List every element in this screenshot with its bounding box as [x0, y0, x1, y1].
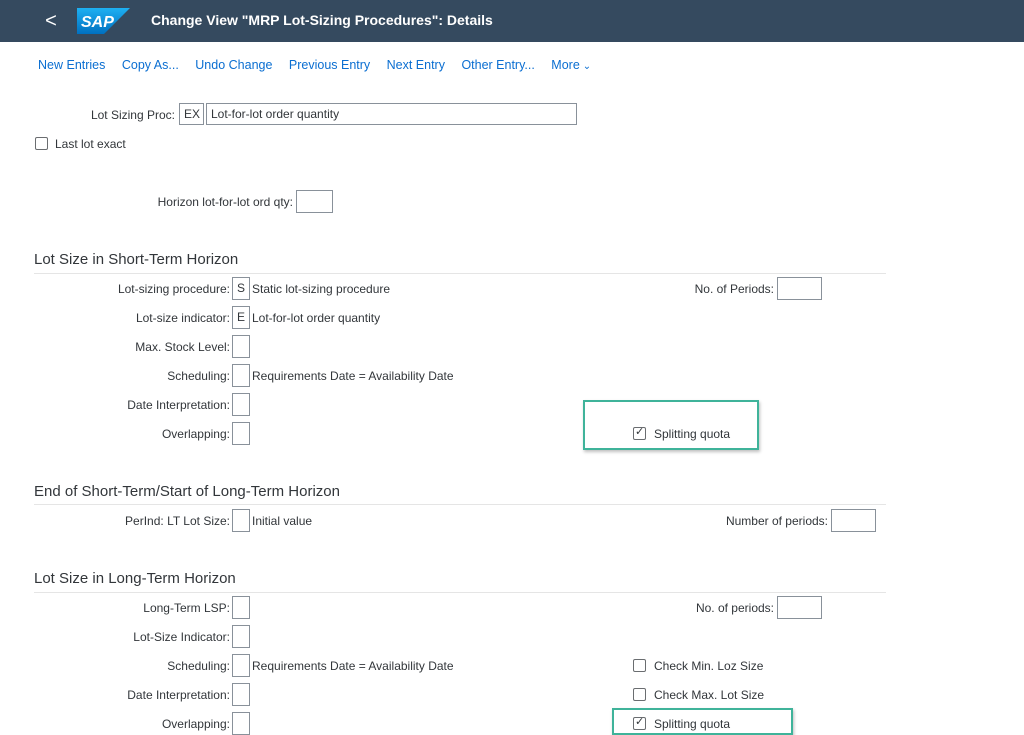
perind-field[interactable] [232, 509, 250, 532]
lt-scheduling-field[interactable] [232, 654, 250, 677]
no-of-periods-label: No. of Periods: [694, 282, 774, 296]
next-entry-button[interactable]: Next Entry [387, 58, 445, 72]
lt-splitting-quota-label: Splitting quota [654, 717, 731, 731]
check-max-lot-size-label: Check Max. Lot Size [654, 688, 765, 702]
last-lot-exact-label: Last lot exact [55, 137, 126, 151]
check-min-lot-size-checkbox[interactable] [633, 659, 646, 672]
section-title-short-term: Lot Size in Short-Term Horizon [34, 251, 239, 268]
shell-bar: < SAP Change View "MRP Lot-Sizing Proced… [0, 0, 1024, 42]
lot-size-indicator-field[interactable]: E [232, 306, 250, 329]
check-min-lot-size-label: Check Min. Loz Size [654, 659, 764, 673]
lt-no-of-periods-label: No. of periods: [695, 601, 774, 615]
lot-sizing-proc-label: Lot Sizing Proc: [90, 108, 175, 122]
checkmark-icon: ✓ [635, 426, 645, 438]
action-toolbar: New Entries Copy As... Undo Change Previ… [38, 56, 603, 72]
checkmark-icon: ✓ [635, 716, 645, 728]
check-max-lot-size-checkbox[interactable] [633, 688, 646, 701]
lot-size-indicator-desc: Lot-for-lot order quantity [252, 311, 381, 325]
long-term-lsp-label: Long-Term LSP: [143, 601, 230, 615]
more-menu-button[interactable]: More ⌄ [551, 58, 591, 72]
page-title: Change View "MRP Lot-Sizing Procedures":… [151, 12, 493, 28]
chevron-down-icon: ⌄ [582, 61, 592, 72]
number-of-periods-label: Number of periods: [725, 514, 828, 528]
lot-sizing-procedure-desc: Static lot-sizing procedure [252, 282, 391, 296]
max-stock-level-field[interactable] [232, 335, 250, 358]
highlight-frame [583, 400, 759, 450]
scheduling-field[interactable] [232, 364, 250, 387]
lot-sizing-procedure-label: Lot-sizing procedure: [117, 282, 230, 296]
lot-sizing-proc-desc-field: Lot-for-lot order quantity [206, 103, 577, 125]
lt-date-interpretation-label: Date Interpretation: [127, 688, 230, 702]
lt-lot-size-indicator-label: Lot-Size Indicator: [133, 630, 230, 644]
undo-change-button[interactable]: Undo Change [195, 58, 272, 72]
new-entries-button[interactable]: New Entries [38, 58, 105, 72]
perind-label: PerInd: LT Lot Size: [125, 514, 230, 528]
previous-entry-button[interactable]: Previous Entry [289, 58, 370, 72]
sap-logo-text: SAP [81, 14, 114, 31]
lot-sizing-procedure-field[interactable]: S [232, 277, 250, 300]
more-label: More [551, 58, 580, 72]
scheduling-desc: Requirements Date = Availability Date [252, 369, 454, 383]
overlapping-label: Overlapping: [161, 427, 230, 441]
lt-splitting-quota-checkbox[interactable]: ✓ [633, 716, 646, 730]
lt-no-of-periods-field[interactable] [777, 596, 822, 619]
back-icon: < [45, 10, 57, 32]
long-term-lsp-field[interactable] [232, 596, 250, 619]
sap-logo: SAP [77, 8, 130, 34]
horizon-field[interactable] [296, 190, 333, 213]
other-entry-button[interactable]: Other Entry... [461, 58, 534, 72]
copy-as-button[interactable]: Copy As... [122, 58, 179, 72]
lt-scheduling-desc: Requirements Date = Availability Date [252, 659, 454, 673]
lt-overlapping-field[interactable] [232, 712, 250, 735]
section-divider [34, 504, 886, 505]
last-lot-exact-checkbox[interactable] [35, 137, 48, 150]
number-of-periods-field[interactable] [831, 509, 876, 532]
back-button[interactable]: < [40, 9, 62, 33]
lt-overlapping-label: Overlapping: [161, 717, 230, 731]
lot-size-indicator-label: Lot-size indicator: [135, 311, 230, 325]
section-title-transition: End of Short-Term/Start of Long-Term Hor… [34, 483, 340, 500]
overlapping-field[interactable] [232, 422, 250, 445]
perind-desc: Initial value [252, 514, 313, 528]
lt-lot-size-indicator-field[interactable] [232, 625, 250, 648]
lt-scheduling-label: Scheduling: [167, 659, 230, 673]
splitting-quota-checkbox[interactable]: ✓ [633, 426, 646, 440]
date-interpretation-field[interactable] [232, 393, 250, 416]
section-title-long-term: Lot Size in Long-Term Horizon [34, 570, 236, 587]
lt-date-interpretation-field[interactable] [232, 683, 250, 706]
no-of-periods-field[interactable] [777, 277, 822, 300]
date-interpretation-label: Date Interpretation: [127, 398, 230, 412]
splitting-quota-label: Splitting quota [654, 427, 731, 441]
max-stock-level-label: Max. Stock Level: [135, 340, 230, 354]
section-divider [34, 592, 886, 593]
section-divider [34, 273, 886, 274]
horizon-label: Horizon lot-for-lot ord qty: [157, 195, 293, 209]
lot-sizing-proc-code-field[interactable]: EX [179, 103, 204, 125]
scheduling-label: Scheduling: [167, 369, 230, 383]
